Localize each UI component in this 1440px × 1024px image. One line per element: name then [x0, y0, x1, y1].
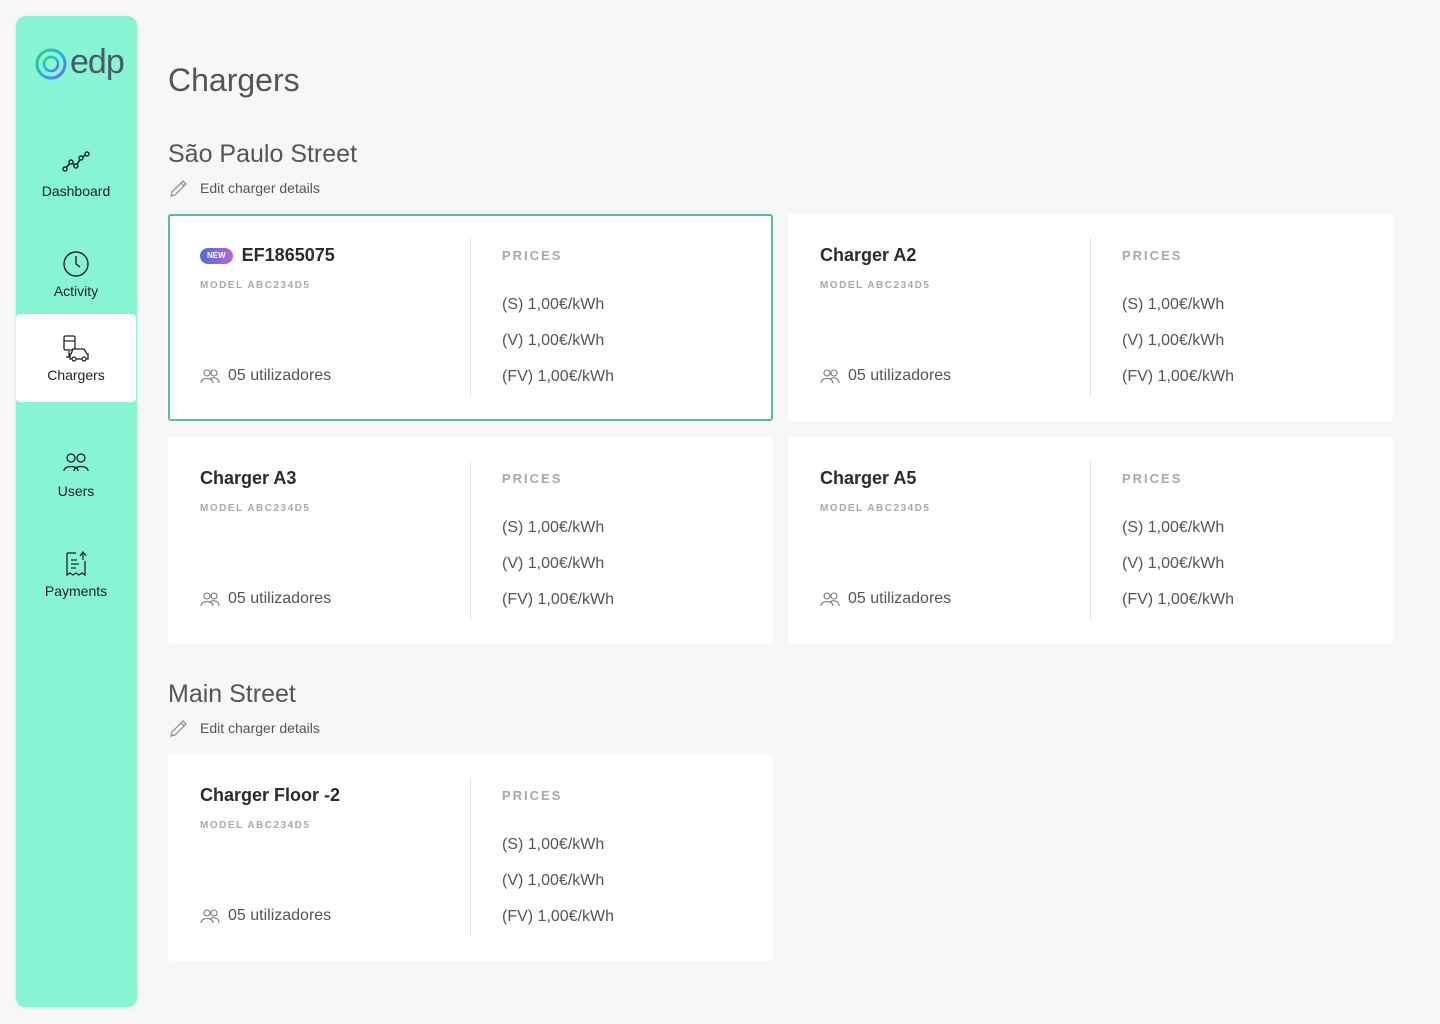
- clock-icon: [63, 251, 89, 277]
- charger-users: 05 utilizadores: [820, 590, 951, 608]
- charger-model: MODEL ABC234D5: [200, 820, 311, 831]
- nav-item-payments[interactable]: Payments: [16, 530, 136, 618]
- prices-label: PRICES: [502, 248, 563, 263]
- price-fv: (FV) 1,00€/kWh: [502, 908, 615, 925]
- new-badge: NEW: [200, 247, 233, 264]
- users-icon: [63, 453, 89, 472]
- users-icon: [200, 909, 220, 924]
- charger-model: MODEL ABC234D5: [820, 280, 931, 291]
- edp-logo-icon: [35, 48, 67, 80]
- charger-card[interactable]: NEW EF1865075 MODEL ABC234D5 05 utilizad…: [168, 214, 773, 421]
- card-divider: [470, 778, 471, 937]
- price-v: (V) 1,00€/kWh: [502, 555, 605, 572]
- charger-users: 05 utilizadores: [200, 590, 331, 608]
- price-fv: (FV) 1,00€/kWh: [502, 591, 615, 608]
- card-divider: [470, 238, 471, 397]
- charger-card[interactable]: Charger A3 MODEL ABC234D5 05 utilizadore…: [168, 437, 773, 644]
- users-count: 05 utilizadores: [848, 367, 952, 384]
- price-fv: (FV) 1,00€/kWh: [502, 368, 615, 385]
- nav-label-activity: Activity: [53, 283, 99, 299]
- nav-label-dashboard: Dashboard: [41, 183, 111, 199]
- section-title-sao-paulo: São Paulo Street: [168, 140, 358, 168]
- charger-name: Charger A2: [820, 245, 917, 265]
- price-s: (S) 1,00€/kWh: [502, 519, 605, 536]
- price-fv: (FV) 1,00€/kWh: [1122, 591, 1235, 608]
- prices-label: PRICES: [1122, 248, 1183, 263]
- charger-model: MODEL ABC234D5: [820, 503, 931, 514]
- charger-card[interactable]: Charger Floor -2 MODEL ABC234D5 05 utili…: [168, 754, 773, 961]
- charger-card[interactable]: Charger A5 MODEL ABC234D5 05 utilizadore…: [788, 437, 1393, 644]
- charger-users: 05 utilizadores: [820, 367, 951, 385]
- prices-label: PRICES: [1122, 471, 1183, 486]
- edit-link-label: Edit charger details: [200, 720, 320, 736]
- users-count: 05 utilizadores: [848, 590, 952, 607]
- charger-name: Charger A3: [200, 468, 297, 488]
- section-title-main-street: Main Street: [168, 680, 296, 708]
- charger-name: Charger Floor -2: [200, 785, 341, 805]
- nav-label-users: Users: [57, 483, 95, 499]
- price-s: (S) 1,00€/kWh: [502, 836, 605, 853]
- edit-charger-details-link[interactable]: Edit charger details: [168, 177, 320, 199]
- receipt-icon: [66, 551, 87, 577]
- price-v: (V) 1,00€/kWh: [502, 872, 605, 889]
- card-divider: [1090, 238, 1091, 397]
- users-icon: [820, 592, 840, 607]
- prices-label: PRICES: [502, 471, 563, 486]
- logo-text: edp: [70, 43, 125, 81]
- card-divider: [1090, 461, 1091, 620]
- card-divider: [470, 461, 471, 620]
- users-icon: [200, 369, 220, 384]
- edp-logo[interactable]: edp: [34, 43, 125, 84]
- charger-card[interactable]: Charger A2 MODEL ABC234D5 05 utilizadore…: [788, 214, 1393, 421]
- nav-item-users[interactable]: Users: [16, 430, 136, 518]
- price-v: (V) 1,00€/kWh: [1122, 555, 1225, 572]
- edit-charger-details-link[interactable]: Edit charger details: [168, 717, 320, 739]
- charger-users: 05 utilizadores: [200, 907, 331, 925]
- charger-name: EF1865075: [241, 245, 335, 265]
- chart-line-icon: [62, 151, 90, 172]
- charger-model: MODEL ABC234D5: [200, 503, 311, 514]
- nav-label-payments: Payments: [44, 583, 108, 599]
- nav-label-chargers: Chargers: [47, 367, 105, 383]
- price-s: (S) 1,00€/kWh: [1122, 296, 1225, 313]
- charger-users: 05 utilizadores: [200, 367, 331, 385]
- users-count: 05 utilizadores: [228, 907, 332, 924]
- price-fv: (FV) 1,00€/kWh: [1122, 368, 1235, 385]
- users-count: 05 utilizadores: [228, 367, 332, 384]
- users-count: 05 utilizadores: [228, 590, 332, 607]
- page-title: Chargers: [168, 62, 300, 98]
- charger-model: MODEL ABC234D5: [200, 280, 311, 291]
- price-s: (S) 1,00€/kWh: [1122, 519, 1225, 536]
- price-v: (V) 1,00€/kWh: [1122, 332, 1225, 349]
- edit-link-label: Edit charger details: [200, 180, 320, 196]
- price-s: (S) 1,00€/kWh: [502, 296, 605, 313]
- users-icon: [200, 592, 220, 607]
- charger-car-icon: [63, 335, 89, 362]
- pencil-icon: [170, 180, 187, 197]
- nav-item-chargers[interactable]: Chargers: [16, 314, 136, 402]
- charger-name: Charger A5: [820, 468, 917, 488]
- nav-item-dashboard[interactable]: Dashboard: [16, 130, 136, 218]
- users-icon: [820, 369, 840, 384]
- price-v: (V) 1,00€/kWh: [502, 332, 605, 349]
- nav-item-activity[interactable]: Activity: [16, 230, 136, 318]
- prices-label: PRICES: [502, 788, 563, 803]
- sidebar: edp Dashboard Activity Chargers Users Pa…: [16, 16, 137, 1007]
- pencil-icon: [170, 720, 187, 737]
